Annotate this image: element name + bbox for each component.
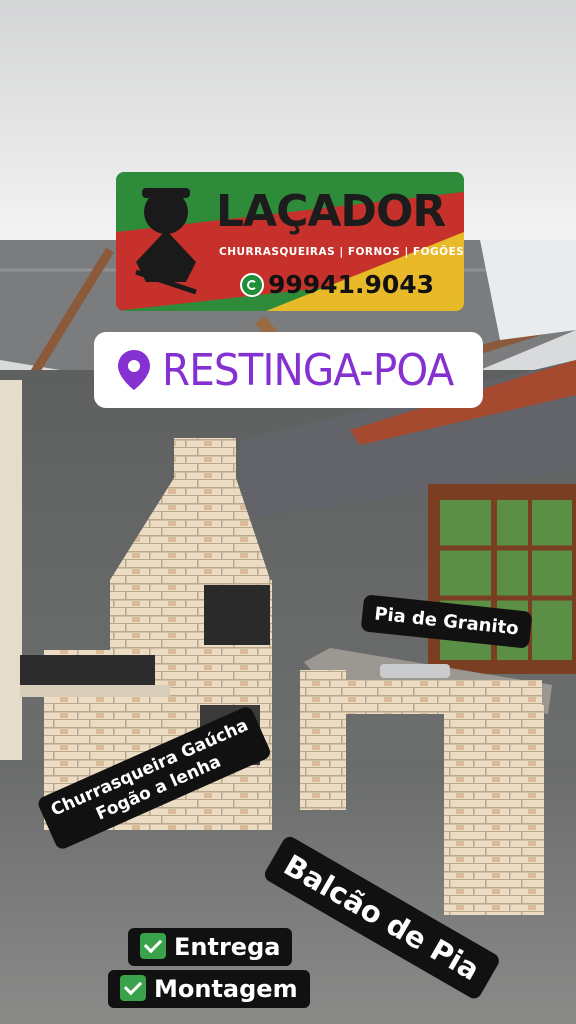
location-label: RESTINGA-POA — [162, 344, 454, 396]
location-pin-icon — [118, 350, 150, 390]
feature-label: Entrega — [174, 933, 281, 961]
check-icon — [120, 975, 146, 1001]
brand-title: LAÇADOR — [216, 186, 446, 237]
whatsapp-icon — [240, 272, 264, 297]
brand-subtitle: CHURRASQUEIRAS | FORNOS | FOGÕES — [219, 246, 464, 258]
location-badge: RESTINGA-POA — [94, 332, 483, 408]
check-icon — [140, 933, 166, 959]
brand-banner: LAÇADOR CHURRASQUEIRAS | FORNOS | FOGÕES… — [116, 172, 464, 311]
feature-assembly: Montagem — [108, 970, 310, 1008]
feature-delivery: Entrega — [128, 928, 293, 966]
feature-label: Montagem — [154, 975, 298, 1003]
brand-phone: 99941.9043 — [240, 270, 434, 299]
phone-number: 99941.9043 — [268, 270, 435, 299]
